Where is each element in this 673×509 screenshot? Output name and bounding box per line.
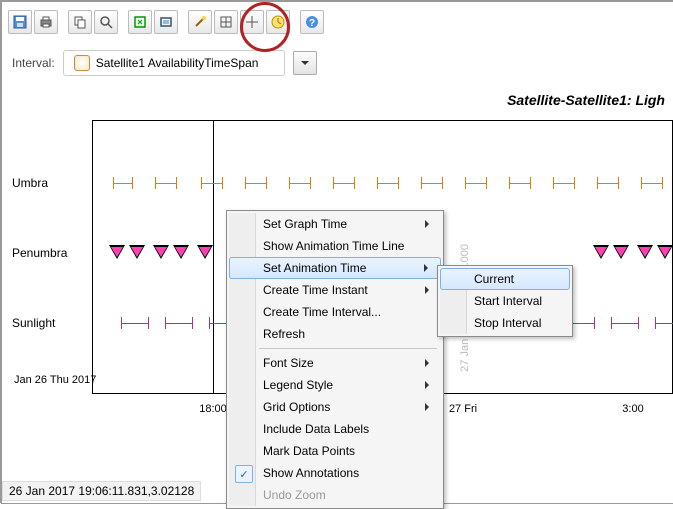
- axis-start-date: Jan 26 Thu 2017: [14, 374, 96, 386]
- save-button[interactable]: [8, 10, 32, 34]
- svg-text:?: ?: [309, 18, 315, 29]
- help-button[interactable]: ?: [300, 10, 324, 34]
- zoom-button[interactable]: [94, 10, 118, 34]
- submenu-stop[interactable]: Stop Interval: [440, 312, 570, 334]
- grid-button[interactable]: [214, 10, 238, 34]
- x-tick-0: 18:00: [199, 403, 227, 415]
- row-label-penumbra: Penumbra: [12, 246, 67, 260]
- status-bar: 26 Jan 2017 19:06:11.831,3.02128: [2, 481, 201, 501]
- interval-dropdown-button[interactable]: [293, 51, 317, 75]
- row-label-umbra: Umbra: [12, 176, 48, 190]
- interval-row: Interval: Satellite1 AvailabilityTimeSpa…: [2, 42, 673, 92]
- menu-mark-points[interactable]: Mark Data Points: [229, 440, 441, 462]
- x-tick-2: 3:00: [622, 403, 643, 415]
- menu-show-anim-line[interactable]: Show Animation Time Line: [229, 235, 441, 257]
- submenu-current[interactable]: Current: [440, 268, 570, 290]
- clock-button[interactable]: [266, 10, 290, 34]
- menu-set-anim-time[interactable]: Set Animation Time: [229, 257, 441, 279]
- print-button[interactable]: [34, 10, 58, 34]
- menu-include-labels[interactable]: Include Data Labels: [229, 418, 441, 440]
- interval-value: Satellite1 AvailabilityTimeSpan: [96, 56, 259, 70]
- satellite-icon: [74, 55, 90, 71]
- copy-button[interactable]: [68, 10, 92, 34]
- toolbar: ?: [2, 2, 673, 42]
- menu-create-interval[interactable]: Create Time Interval...: [229, 301, 441, 323]
- context-menu: Set Graph Time Show Animation Time Line …: [226, 210, 444, 509]
- menu-refresh[interactable]: Refresh: [229, 323, 441, 345]
- chart-title: Satellite-Satellite1: Ligh: [2, 92, 673, 108]
- menu-legend-style[interactable]: Legend Style: [229, 374, 441, 396]
- menu-show-annot[interactable]: ✓Show Annotations: [229, 462, 441, 484]
- x-tick-1: 27 Fri: [449, 403, 477, 415]
- wand-button[interactable]: [188, 10, 212, 34]
- menu-create-instant[interactable]: Create Time Instant: [229, 279, 441, 301]
- fit-window-button[interactable]: [128, 10, 152, 34]
- crosshair-button[interactable]: [240, 10, 264, 34]
- crop-button[interactable]: [154, 10, 178, 34]
- context-submenu: Current Start Interval Stop Interval: [437, 265, 573, 337]
- menu-set-graph-time[interactable]: Set Graph Time: [229, 213, 441, 235]
- submenu-start[interactable]: Start Interval: [440, 290, 570, 312]
- menu-grid-options[interactable]: Grid Options: [229, 396, 441, 418]
- row-label-sunlight: Sunlight: [12, 316, 55, 330]
- interval-label: Interval:: [12, 56, 55, 70]
- menu-font-size[interactable]: Font Size: [229, 352, 441, 374]
- check-icon: ✓: [235, 465, 253, 483]
- interval-select[interactable]: Satellite1 AvailabilityTimeSpan: [63, 50, 285, 76]
